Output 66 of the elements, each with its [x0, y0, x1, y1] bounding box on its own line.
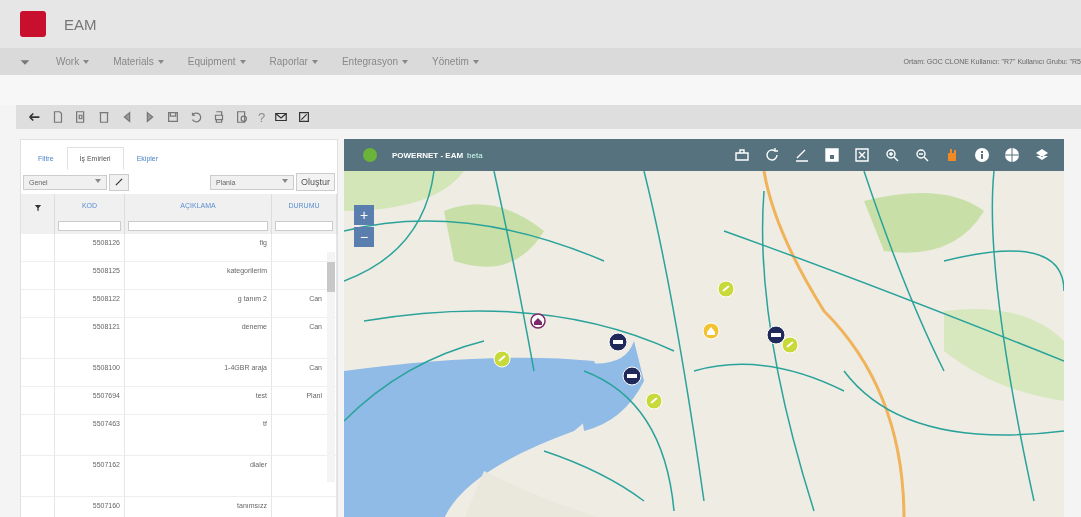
create-button[interactable]: Oluştur [296, 173, 335, 191]
filter-field[interactable] [275, 221, 333, 231]
vehicle-marker-icon[interactable] [607, 331, 628, 352]
row-selector-cell[interactable] [21, 359, 55, 387]
vehicle-marker-icon[interactable] [622, 366, 642, 387]
map-title: POWERNET - EAM [392, 150, 464, 160]
nav-menu-item[interactable]: Entegrasyon [341, 56, 409, 67]
caret-icon [239, 59, 246, 64]
new-document-icon[interactable] [51, 110, 65, 124]
layers-icon[interactable] [1034, 147, 1050, 163]
pen-icon[interactable] [794, 147, 810, 163]
nav-menu-item[interactable]: Raporlar [269, 56, 318, 67]
undo-icon[interactable] [189, 110, 203, 124]
edit-icon[interactable] [297, 110, 312, 124]
row-selector-cell[interactable] [21, 318, 55, 359]
back-icon[interactable] [28, 110, 42, 124]
caret-icon [282, 178, 288, 183]
zoom-in-button[interactable]: + [354, 205, 374, 225]
filter-field[interactable] [58, 221, 121, 231]
preview-icon[interactable] [235, 110, 249, 124]
filter-toggle-button[interactable] [21, 194, 55, 218]
app-title: EAM [64, 15, 97, 33]
email-icon[interactable] [274, 110, 289, 124]
row-selector-cell[interactable] [21, 290, 55, 318]
globe-icon[interactable] [1004, 147, 1020, 163]
row-selector-cell[interactable] [21, 234, 55, 262]
pencil-icon[interactable] [114, 176, 124, 187]
nav-menu-item[interactable]: Yönetim [432, 56, 479, 67]
logo-icon [20, 11, 46, 37]
refresh-icon[interactable] [764, 147, 780, 163]
row-selector-cell[interactable] [21, 456, 55, 497]
house-marker-icon[interactable] [530, 312, 547, 329]
filter-field[interactable] [128, 221, 268, 231]
info-icon[interactable] [974, 147, 990, 163]
filter-icon[interactable] [32, 203, 43, 213]
lightbulb-marker-icon[interactable] [716, 280, 735, 299]
save-icon[interactable] [824, 147, 840, 163]
scrollbar[interactable] [327, 252, 335, 482]
zoom-out-icon[interactable] [914, 147, 930, 163]
home-marker-icon[interactable] [702, 322, 721, 341]
lightbulb-marker-icon[interactable] [644, 391, 663, 410]
extent-icon[interactable] [854, 147, 870, 163]
help-button[interactable]: ? [258, 109, 266, 125]
delete-icon[interactable] [97, 110, 111, 124]
caret-icon [472, 59, 479, 64]
zoom-out-button[interactable]: − [354, 227, 374, 247]
lightbulb-marker-icon[interactable] [493, 349, 512, 368]
row-selector-cell[interactable] [21, 387, 55, 415]
row-selector-cell[interactable] [21, 415, 55, 456]
caret-icon [95, 178, 101, 183]
caret-icon [402, 59, 409, 64]
save-icon[interactable] [166, 110, 180, 124]
caret-icon [83, 59, 90, 64]
lightbulb-marker-icon[interactable] [781, 336, 800, 354]
caret-icon [157, 59, 164, 64]
nav-menu-item[interactable]: Work [56, 56, 90, 67]
vehicle-marker-icon[interactable] [766, 324, 786, 345]
nav-menu-item[interactable]: Equipment [187, 56, 246, 67]
map-subtitle: beta [467, 150, 483, 160]
zoom-in-icon[interactable] [884, 147, 900, 163]
nav-menu-item[interactable]: Materials [113, 56, 164, 67]
briefcase-icon[interactable] [734, 147, 750, 163]
row-selector-cell[interactable] [21, 262, 55, 290]
print-icon[interactable] [212, 110, 226, 124]
logo-icon [362, 147, 378, 163]
caret-icon [311, 59, 318, 64]
